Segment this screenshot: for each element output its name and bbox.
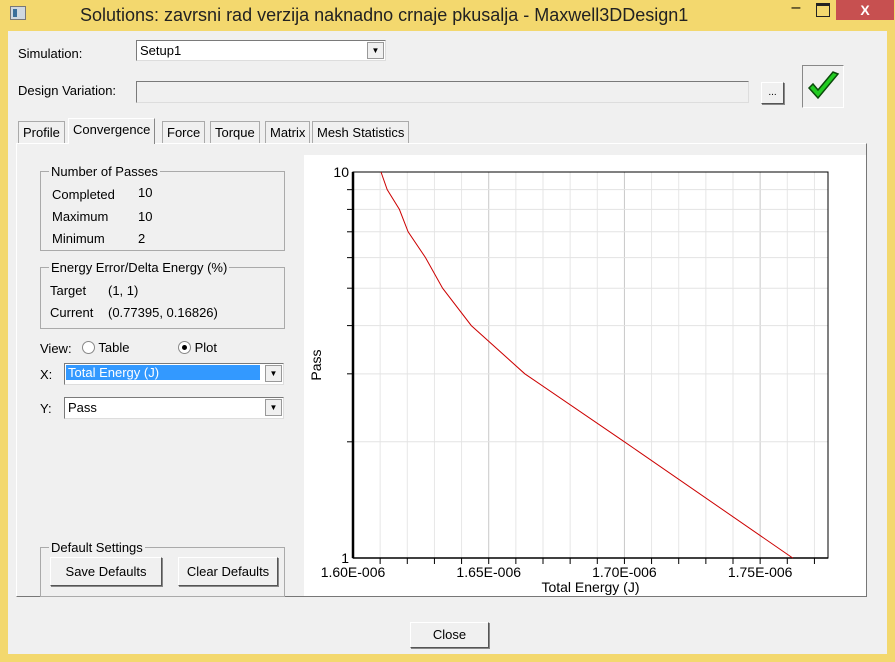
view-table-radio[interactable]: Table <box>82 340 129 355</box>
y-tick-label: 1 <box>341 550 349 566</box>
y-axis-select[interactable]: Pass ▼ <box>64 397 284 419</box>
radio-selected-icon <box>178 341 191 354</box>
design-variation-label: Design Variation: <box>18 83 117 98</box>
chevron-down-icon[interactable]: ▼ <box>265 365 282 382</box>
completed-label: Completed <box>52 187 115 202</box>
app-icon <box>10 6 26 20</box>
y-tick-label: 10 <box>333 164 349 180</box>
browse-variation-button[interactable]: ... <box>761 82 784 104</box>
y-label: Y: <box>40 401 52 416</box>
target-value: (1, 1) <box>108 283 139 298</box>
y-axis-label: Pass <box>308 349 324 380</box>
maximum-label: Maximum <box>52 209 109 224</box>
simulation-label: Simulation: <box>18 46 83 61</box>
tab-torque[interactable]: Torque <box>210 121 260 143</box>
status-indicator <box>802 65 844 108</box>
view-table-label: Table <box>98 340 130 355</box>
maximum-value: 10 <box>138 209 153 224</box>
chevron-down-icon[interactable]: ▼ <box>367 42 384 59</box>
tab-matrix[interactable]: Matrix <box>265 121 311 143</box>
completed-value: 10 <box>138 185 153 200</box>
tab-mesh-statistics[interactable]: Mesh Statistics <box>312 121 410 143</box>
window-title: Solutions: zavrsni rad verzija naknadno … <box>80 5 689 25</box>
x-tick-label: 1.75E-006 <box>728 564 793 580</box>
plot-svg: 1.60E-006 1.65E-006 1.70E-006 1.75E-006 10 1 T… <box>308 164 829 595</box>
maximize-button[interactable] <box>810 0 836 20</box>
tab-force[interactable]: Force <box>162 121 206 143</box>
target-label: Target <box>50 283 87 298</box>
energy-title: Energy Error/Delta Energy (%) <box>51 260 228 275</box>
minimize-button[interactable]: – <box>783 0 809 20</box>
minimum-value: 2 <box>138 231 146 246</box>
minimum-label: Minimum <box>52 231 105 246</box>
x-tick-label: 1.65E-006 <box>456 564 521 580</box>
view-label: View: <box>40 341 72 356</box>
tab-convergence[interactable]: Convergence <box>68 118 156 144</box>
x-label: X: <box>40 367 53 382</box>
view-plot-radio[interactable]: Plot <box>178 340 217 355</box>
view-plot-label: Plot <box>194 340 218 355</box>
current-label: Current <box>50 305 94 320</box>
design-variation-field[interactable] <box>136 81 749 103</box>
y-axis-value: Pass <box>68 400 97 415</box>
close-window-button[interactable]: X <box>836 0 894 20</box>
chevron-down-icon[interactable]: ▼ <box>265 399 282 416</box>
default-settings-title: Default Settings <box>51 540 143 555</box>
radio-icon <box>82 341 95 354</box>
passes-title: Number of Passes <box>51 164 158 179</box>
x-axis-value: Total Energy (J) <box>66 365 260 380</box>
title-bar: Solutions: zavrsni rad verzija naknadno … <box>0 0 895 30</box>
clear-defaults-button[interactable]: Clear Defaults <box>178 557 278 586</box>
x-tick-label: 1.60E-006 <box>321 564 386 580</box>
series-line <box>380 171 793 559</box>
convergence-plot: 1.60E-006 1.65E-006 1.70E-006 1.75E-006 10 1 T… <box>304 155 866 596</box>
x-axis-select[interactable]: Total Energy (J) ▼ <box>64 363 284 385</box>
x-tick-label: 1.70E-006 <box>592 564 657 580</box>
simulation-value: Setup1 <box>140 43 182 58</box>
current-value: (0.77395, 0.16826) <box>108 305 218 320</box>
x-axis-label: Total Energy (J) <box>541 579 639 595</box>
save-defaults-button[interactable]: Save Defaults <box>50 557 162 586</box>
close-button[interactable]: Close <box>410 622 489 648</box>
checkmark-icon <box>807 71 840 100</box>
plot-frame <box>352 171 829 559</box>
tab-profile[interactable]: Profile <box>18 121 65 143</box>
simulation-select[interactable]: Setup1 ▼ <box>136 40 386 61</box>
